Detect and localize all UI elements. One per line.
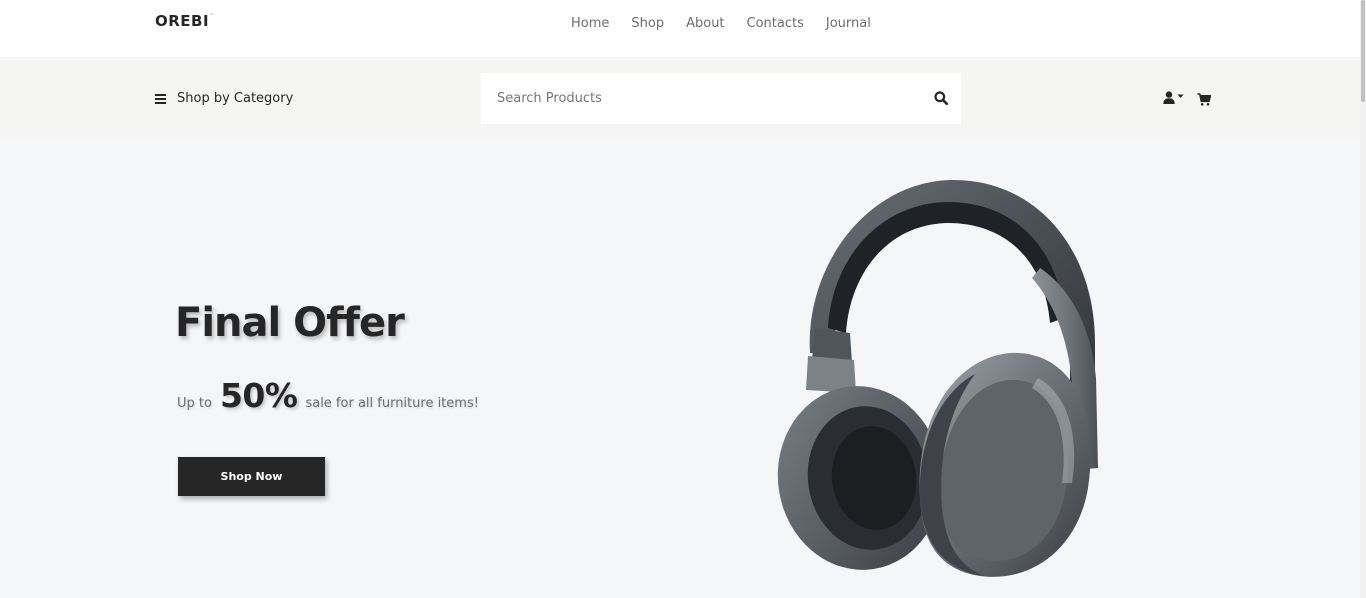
cart-icon <box>1197 93 1212 106</box>
main-nav: Home Shop About Contacts Journal <box>560 15 882 32</box>
nav-link-about[interactable]: About <box>675 15 735 32</box>
category-search-bar: Shop by Category <box>0 57 1360 138</box>
top-header: OREBI™ Home Shop About Contacts Journal <box>0 0 1360 57</box>
logo[interactable]: OREBI™ <box>155 12 215 30</box>
search-icon[interactable] <box>934 91 948 105</box>
shop-by-category-button[interactable]: Shop by Category <box>155 91 293 107</box>
user-menu-button[interactable] <box>1163 91 1184 104</box>
shop-now-button[interactable]: Shop Now <box>178 457 325 496</box>
scrollbar-thumb[interactable] <box>1361 0 1365 102</box>
hero-title: Final Offer <box>175 300 405 346</box>
headphones-product-image <box>777 179 1098 577</box>
category-label: Shop by Category <box>177 91 294 106</box>
hero-banner: Final Offer Up to 50% sale for all furni… <box>0 138 1360 598</box>
caret-down-icon <box>1177 94 1184 98</box>
page-scrollbar[interactable] <box>1360 0 1366 598</box>
hero-subtitle: Up to 50% sale for all furniture items! <box>177 376 479 415</box>
hero-subtitle-prefix: Up to <box>177 396 212 411</box>
search-input[interactable] <box>481 73 921 124</box>
search-box <box>481 73 961 124</box>
nav-link-journal[interactable]: Journal <box>815 15 882 32</box>
nav-link-shop[interactable]: Shop <box>620 15 675 32</box>
hero-discount-value: 50% <box>219 376 298 415</box>
logo-text: OREBI <box>155 12 210 30</box>
hero-subtitle-suffix: sale for all furniture items! <box>305 396 479 411</box>
menu-icon <box>155 94 166 104</box>
logo-mark: ™ <box>209 13 215 19</box>
cart-button[interactable] <box>1197 91 1212 110</box>
user-icon <box>1163 91 1175 104</box>
nav-link-contacts[interactable]: Contacts <box>736 15 815 32</box>
nav-link-home[interactable]: Home <box>560 15 620 32</box>
